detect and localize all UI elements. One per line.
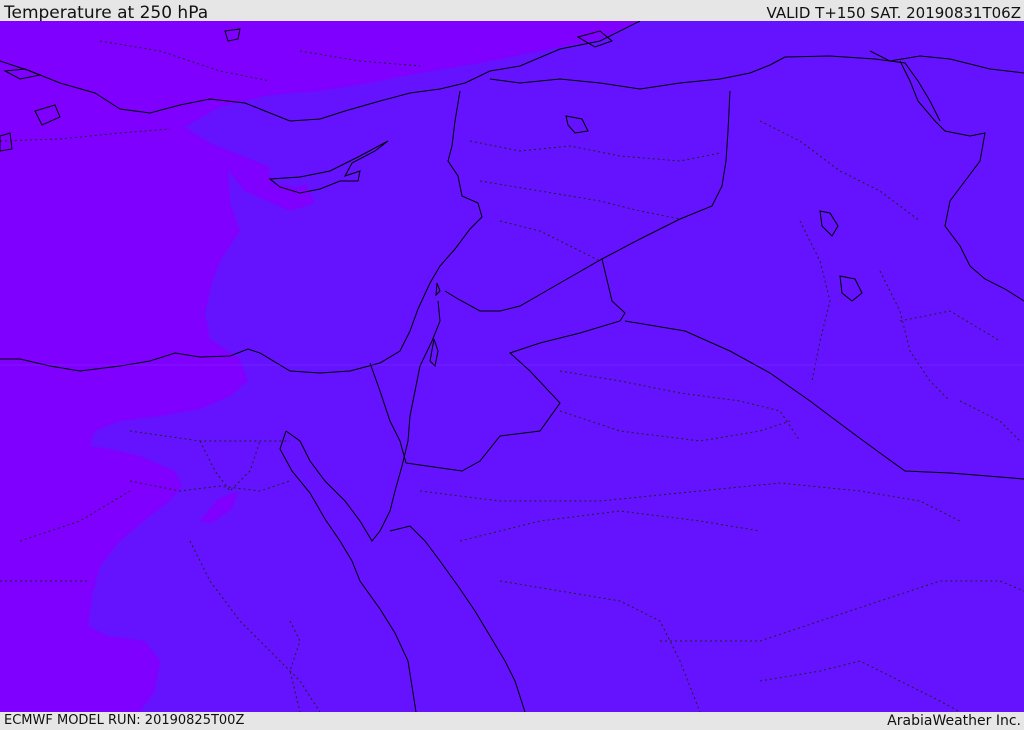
map-title: Temperature at 250 hPa bbox=[4, 3, 209, 23]
footer-bar: ECMWF MODEL RUN: 20190825T00Z ArabiaWeat… bbox=[0, 712, 1024, 729]
valid-time: VALID T+150 SAT. 20190831T06Z bbox=[766, 4, 1021, 22]
credit-label: ArabiaWeather Inc. bbox=[887, 713, 1021, 729]
header-bar: Temperature at 250 hPa VALID T+150 SAT. … bbox=[0, 0, 1024, 23]
temperature-map[interactable] bbox=[0, 21, 1024, 712]
model-run-label: ECMWF MODEL RUN: 20190825T00Z bbox=[4, 713, 245, 728]
